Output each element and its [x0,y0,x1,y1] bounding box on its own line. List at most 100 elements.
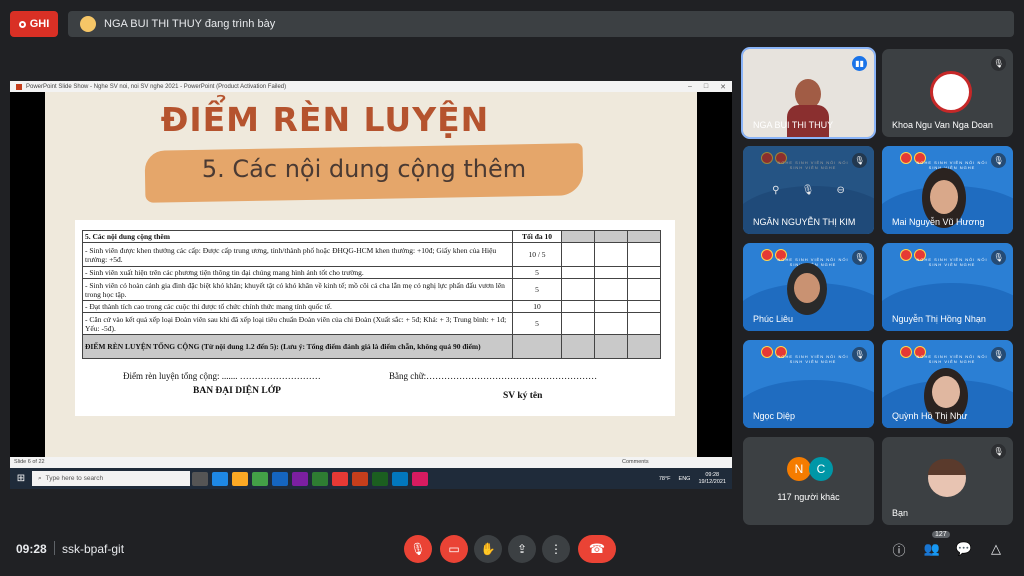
row-text: - Sinh viên có hoàn cảnh gia đình đặc bi… [82,278,513,301]
leave-call-button[interactable]: ☎ [578,535,616,563]
participant-name: Ngọc Diệp [753,411,796,421]
presenter-text: NGA BUI THI THUY đang trình bày [104,18,276,30]
search-icon: ⌕ [38,474,42,482]
taskbar-search: ⌕ Type here to search [32,471,190,486]
criteria-table: 5. Các nội dung cộng thêm Tối đa 10 - Si… [82,230,661,359]
meeting-code: ssk-bpaf-git [62,542,125,556]
file-explorer-icon [232,471,248,486]
remove-icon[interactable]: ⊖ [837,185,845,196]
participant-name: Khoa Ngu Van Nga Doan [892,120,993,130]
word-icon [392,471,408,486]
student-sign-label: SV ký tên [503,391,543,401]
table-row: - Đạt thành tích cao trong các cuộc thi … [82,300,661,313]
zoom-icon [272,471,288,486]
mute-icon[interactable]: 🎙 [802,185,815,196]
table-row: - Căn cứ vào kết quả xếp loại Đoàn viên … [82,312,661,335]
pin-icon[interactable]: ⚲ [772,185,779,196]
others-tile[interactable]: N C 117 người khác [743,437,874,525]
participant-count-badge: 127 [932,531,950,538]
table-row: - Sinh viên xuất hiện trên các phương ti… [82,266,661,279]
task-view-icon [192,471,208,486]
words-line: Bằng chữ:………………………………………………… [389,371,598,381]
participant-name: NGA BUI THI THUY [753,120,834,130]
mic-off-icon: 🎙 [852,250,867,265]
participant-name: Nguyễn Thị Hồng Nhạn [892,314,986,324]
meeting-info-button[interactable]: ⓘ [890,540,908,558]
taskbar-time: 09:28 [705,471,720,478]
raise-hand-button[interactable]: ✋ [474,535,502,563]
hangup-icon: ☎ [588,541,606,556]
participant-tile[interactable]: NGHE SINH VIÊN NÓI NÓI SINH VIÊN NGHE 🎙 … [882,243,1013,331]
mic-off-icon: 🎙 [410,542,426,556]
others-count: 117 người khác [777,492,840,502]
minimize-icon: – [687,83,692,90]
spotify-icon [312,471,328,486]
more-options-button[interactable]: ⋮ [542,535,570,563]
info-icon: ⓘ [892,542,906,558]
powerpoint-statusbar: Slide 6 of 22 Comments [10,457,732,468]
present-button[interactable]: ⇪ [508,535,536,563]
presenter-avatar [80,16,96,32]
participant-tile[interactable]: NGHE SINH VIÊN NÓI NÓI SINH VIÊN NGHE 🎙 … [882,146,1013,234]
mic-off-icon: 🎙 [991,153,1006,168]
maximize-icon: □ [703,83,709,90]
presenter-bar[interactable]: NGA BUI THI THUY đang trình bày [68,11,1014,37]
participant-name: Phúc Liêu [753,314,794,324]
table-total-row: ĐIỂM RÈN LUYỆN TỔNG CỘNG (Từ nội dung 1.… [82,334,661,359]
mic-toggle-button[interactable]: 🎙 [404,535,432,563]
row-text: - Căn cứ vào kết quả xếp loại Đoàn viên … [82,312,513,335]
slide-title: ĐIỂM RÈN LUYỆN [160,100,490,139]
more-vert-icon: ⋮ [550,542,562,556]
people-button[interactable]: 👥 [923,540,941,558]
document-page: 5. Các nội dung cộng thêm Tối đa 10 - Si… [75,220,675,416]
total-text: ĐIỂM RÈN LUYỆN TỔNG CỘNG (Từ nội dung 1.… [82,334,513,359]
mic-off-icon: 🎙 [991,347,1006,362]
mic-off-icon: 🎙 [852,153,867,168]
mic-off-icon: 🎙 [991,56,1006,71]
table-row: - Sinh viên được khen thưởng các cấp: Đư… [82,242,661,267]
excel-icon [372,471,388,486]
comments-label: Comments [622,459,649,465]
row-text: - Đạt thành tích cao trong các cuộc thi … [82,300,513,313]
table-row: - Sinh viên có hoàn cảnh gia đình đặc bi… [82,278,661,301]
row-max: 5 [512,312,562,335]
close-icon: ✕ [720,83,726,91]
app-icon [412,471,428,486]
table-header-content: 5. Các nội dung cộng thêm [82,230,513,243]
system-tray: 78°F ENG 09:28 19/12/2021 [659,472,732,486]
present-icon: ⇪ [516,542,528,556]
mic-off-icon: 🎙 [852,347,867,362]
app-icon [332,471,348,486]
participant-tile[interactable]: NGHE SINH VIÊN NÓI NÓI SINH VIÊN NGHE 🎙 … [882,340,1013,428]
participant-name: Quỳnh Hồ Thị Như [892,411,968,421]
mic-off-icon: 🎙 [991,250,1006,265]
participant-tile[interactable]: ▮▮ NGA BUI THI THUY [741,47,876,139]
row-max: 5 [512,278,562,301]
participant-tile[interactable]: 🎙 Khoa Ngu Van Nga Doan [882,49,1013,137]
row-text: - Sinh viên xuất hiện trên các phương ti… [82,266,513,279]
slide: ĐIỂM RÈN LUYỆN 5. Các nội dung cộng thêm… [45,92,697,457]
chat-button[interactable]: 💬 [955,540,973,558]
people-icon: 👥 [923,541,941,556]
total-score-line: Điểm rèn luyện tổng cộng: ....... ………………… [123,371,321,381]
class-rep-label: BAN ĐẠI DIỆN LỚP [193,386,281,396]
taskbar-date: 19/12/2021 [698,478,726,485]
participant-tile[interactable]: NGHE SINH VIÊN NÓI NÓI SINH VIÊN NGHE 🎙 … [743,340,874,428]
row-max: 10 [512,300,562,313]
chat-icon: 💬 [955,541,973,556]
record-button[interactable]: GHI [10,11,58,37]
participant-tile[interactable]: NGHE SINH VIÊN NÓI NÓI SINH VIÊN NGHE 🎙 … [743,243,874,331]
powerpoint-taskbar-icon [352,471,368,486]
record-label: GHI [29,18,50,30]
activities-button[interactable]: △ [987,540,1005,558]
camera-toggle-button[interactable]: ▭ [440,535,468,563]
mic-off-icon: 🎙 [991,444,1006,459]
self-tile[interactable]: 🎙 Bạn [882,437,1013,525]
slide-counter: Slide 6 of 22 [14,459,45,465]
slide-subtitle: 5. Các nội dung cộng thêm [201,155,527,183]
taskbar-search-text: Type here to search [45,475,104,482]
powerpoint-icon [16,83,22,90]
participant-tile[interactable]: NGHE SINH VIÊN NÓI NÓI SINH VIÊN NGHE ⚲ … [743,146,874,234]
tile-hover-controls: ⚲ 🎙 ⊖ [761,180,856,200]
windows-taskbar: ⊞ ⌕ Type here to search 78°F ENG 09:28 1… [10,468,732,489]
